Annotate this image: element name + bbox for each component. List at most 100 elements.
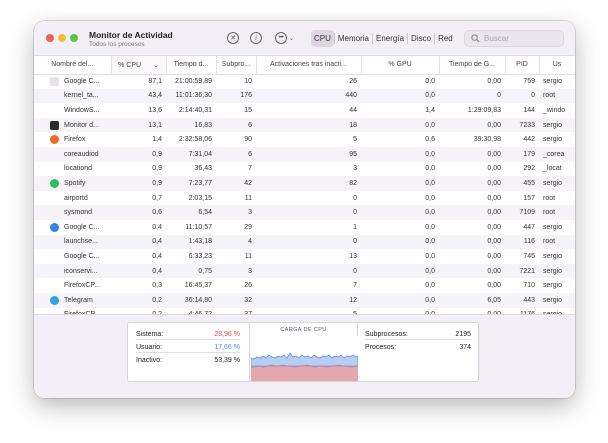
table-row[interactable]: Google C... 0,4 11:10,57 29 1 0,0 0,00 447 sergi…	[34, 220, 575, 235]
empty-icon-slot	[50, 281, 59, 290]
table-row[interactable]: Spotify 0,9 7:23,77 42 82 0,0 0,00 455 sergio	[34, 176, 575, 191]
threads-value: 2195	[455, 331, 471, 338]
sort-descending-icon: ⌄	[151, 61, 159, 69]
cell-user: _corea	[539, 146, 575, 162]
telegram-icon	[50, 295, 59, 305]
cell-pid: 442	[523, 136, 535, 144]
empty-icon-slot	[50, 252, 59, 261]
cell-gpu-time: 0,00	[439, 205, 505, 220]
table-row[interactable]: sysmond 0,6 6,54 3 0 0,0 0,00 7109 root	[34, 205, 575, 220]
process-name: sysmond	[64, 209, 93, 217]
cell-gpu-time: 0	[439, 88, 505, 104]
zoom-window-button[interactable]	[70, 34, 78, 42]
user-stat: Usuario: 17,66 %	[136, 342, 240, 353]
cpu-summary-footer: Sistema: 28,96 % Usuario: 17,66 % Inacti…	[34, 314, 575, 398]
tab-red[interactable]: Red	[435, 30, 456, 47]
table-row[interactable]: coreaudiod 0,9 7:31,04 6 95 0,0 0,00 179 _corea	[34, 146, 575, 162]
table-row[interactable]: Google C... 87,1 21:00:59,89 10 26 0,0 0,00 759…	[34, 74, 575, 89]
cell-gpu-time: 0,00	[439, 176, 505, 191]
cell-gpu: 0,0	[425, 194, 435, 202]
cell-time: 11:01:36,30	[166, 88, 216, 104]
cell-gpu-time: 6,05	[439, 292, 505, 308]
stop-process-button[interactable]: ✕	[227, 31, 239, 45]
column-header[interactable]: % CPU ⌄	[111, 56, 167, 75]
tab-cpu[interactable]: CPU	[311, 30, 334, 47]
table-row[interactable]: iconservi... 0,4 0,75 3 0 0,0 0,00 7221 sergio	[34, 263, 575, 279]
cell-gpu-time: 0,00	[487, 165, 501, 173]
process-name-cell: Google C...	[34, 74, 111, 89]
tab-memoria[interactable]: Memoria	[335, 30, 372, 47]
cell-time: 2:14:40,31	[178, 106, 212, 114]
cell-wakeups: 95	[256, 146, 361, 162]
table-row[interactable]: Monitor d... 13,1 16,83 6 18 0,0 0,00 7233 sergi…	[34, 117, 575, 133]
cell-cpu: 87,1	[148, 78, 162, 86]
cell-wakeups: 3	[353, 165, 357, 173]
table-row[interactable]: Google C... 0,4 6:33,23 11 13 0,0 0,00 745 sergi…	[34, 249, 575, 264]
cell-threads: 90	[244, 136, 252, 144]
table-row[interactable]: FirefoxCP... 0,3 16:45,37 26 7 0,0 0,00 710 serg…	[34, 278, 575, 293]
system-stat: Sistema: 28,96 %	[136, 329, 240, 340]
cell-wakeups: 44	[349, 106, 357, 114]
cell-cpu: 0,4	[111, 263, 166, 279]
cell-user: sergio	[543, 136, 563, 144]
process-name-cell: Firefox	[34, 132, 111, 147]
cell-wakeups: 7	[353, 282, 357, 290]
cell-threads: 29	[244, 223, 252, 231]
titlebar: Monitor de Actividad Todos los procesos …	[34, 21, 575, 56]
process-name-cell: Google C...	[34, 220, 111, 235]
column-header[interactable]: % GPU	[361, 56, 440, 75]
table-row[interactable]: Firefox 1,4 2:32:58,06 90 5 0,6 39:30,98 442 ser…	[34, 132, 575, 147]
search-input[interactable]	[484, 34, 562, 43]
cell-user: sergio	[543, 252, 563, 260]
cell-pid: 0	[505, 88, 539, 104]
column-header[interactable]: Activaciones tras inacti...	[256, 56, 362, 75]
cell-gpu: 0,6	[425, 136, 435, 144]
cpu-load-graph	[251, 336, 358, 381]
minimize-window-button[interactable]	[58, 34, 66, 42]
cell-cpu: 0,9	[111, 146, 166, 162]
column-header[interactable]: Subpro...	[216, 56, 257, 75]
empty-icon-slot	[50, 267, 59, 276]
cell-time: 7:31,04	[166, 146, 216, 162]
column-header[interactable]: PID	[505, 56, 540, 75]
column-header[interactable]: Tiempo de G...	[439, 56, 506, 75]
cell-time: 0,75	[166, 263, 216, 279]
column-header[interactable]: Tiempo d...	[166, 56, 217, 75]
table-row[interactable]: WindowS... 13,6 2:14:40,31 15 44 1,4 1:29:09,8…	[34, 103, 575, 118]
table-row[interactable]: launchse... 0,4 1:43,18 4 0 0,0 0,00 116 root	[34, 234, 575, 250]
cell-wakeups: 1	[353, 223, 357, 231]
cell-gpu-time: 39:30,98	[473, 136, 501, 144]
cpu-load-system-area	[251, 365, 358, 381]
processes-label: Procesos:	[365, 344, 397, 351]
cell-gpu: 0,0	[361, 205, 439, 220]
tab-energia[interactable]: Energía	[373, 30, 407, 47]
process-name-cell: Spotify	[34, 176, 111, 191]
table-row[interactable]: kernel_ta... 43,4 11:01:36,30 176 440 0,0 0 0 ro…	[34, 88, 575, 104]
cell-gpu-time: 0,00	[439, 234, 505, 250]
empty-icon-slot	[50, 194, 59, 203]
table-row[interactable]: airportd 0,7 2:03,15 11 0 0,0 0,00 157 root	[34, 191, 575, 206]
cell-gpu: 0,0	[425, 282, 435, 290]
processes-value: 374	[459, 344, 471, 351]
cell-threads: 11	[244, 194, 252, 202]
cell-pid: 157	[523, 194, 535, 202]
tab-disco[interactable]: Disco	[408, 30, 434, 47]
column-header[interactable]: Nombre del...	[34, 56, 112, 75]
column-header[interactable]: Us	[539, 56, 575, 75]
ellipsis-circle-icon: •••	[275, 32, 287, 44]
close-window-button[interactable]	[46, 34, 54, 42]
table-row[interactable]: Telegram 0,2 36:14,80 32 12 0,0 6,05 443 sergio	[34, 292, 575, 308]
cell-time: 36,43	[194, 165, 212, 173]
cell-threads: 15	[244, 106, 252, 114]
search-field[interactable]	[464, 30, 564, 47]
cpu-summary-panel: Sistema: 28,96 % Usuario: 17,66 % Inacti…	[127, 322, 479, 382]
inspect-process-button[interactable]: i	[250, 31, 262, 45]
cell-user: _locat	[543, 165, 562, 173]
more-actions-button[interactable]: ••• ⌄	[275, 31, 294, 45]
process-name: iconservi...	[64, 267, 98, 275]
user-label: Usuario:	[136, 344, 163, 351]
cell-user: sergio	[543, 223, 563, 231]
table-row[interactable]: locationd 0,9 36,43 7 3 0,0 0,00 292 _locat	[34, 162, 575, 177]
cell-gpu: 0,0	[361, 146, 439, 162]
process-table: Nombre del...% CPU ⌄ Tiempo d... Subpro...…	[34, 56, 575, 314]
